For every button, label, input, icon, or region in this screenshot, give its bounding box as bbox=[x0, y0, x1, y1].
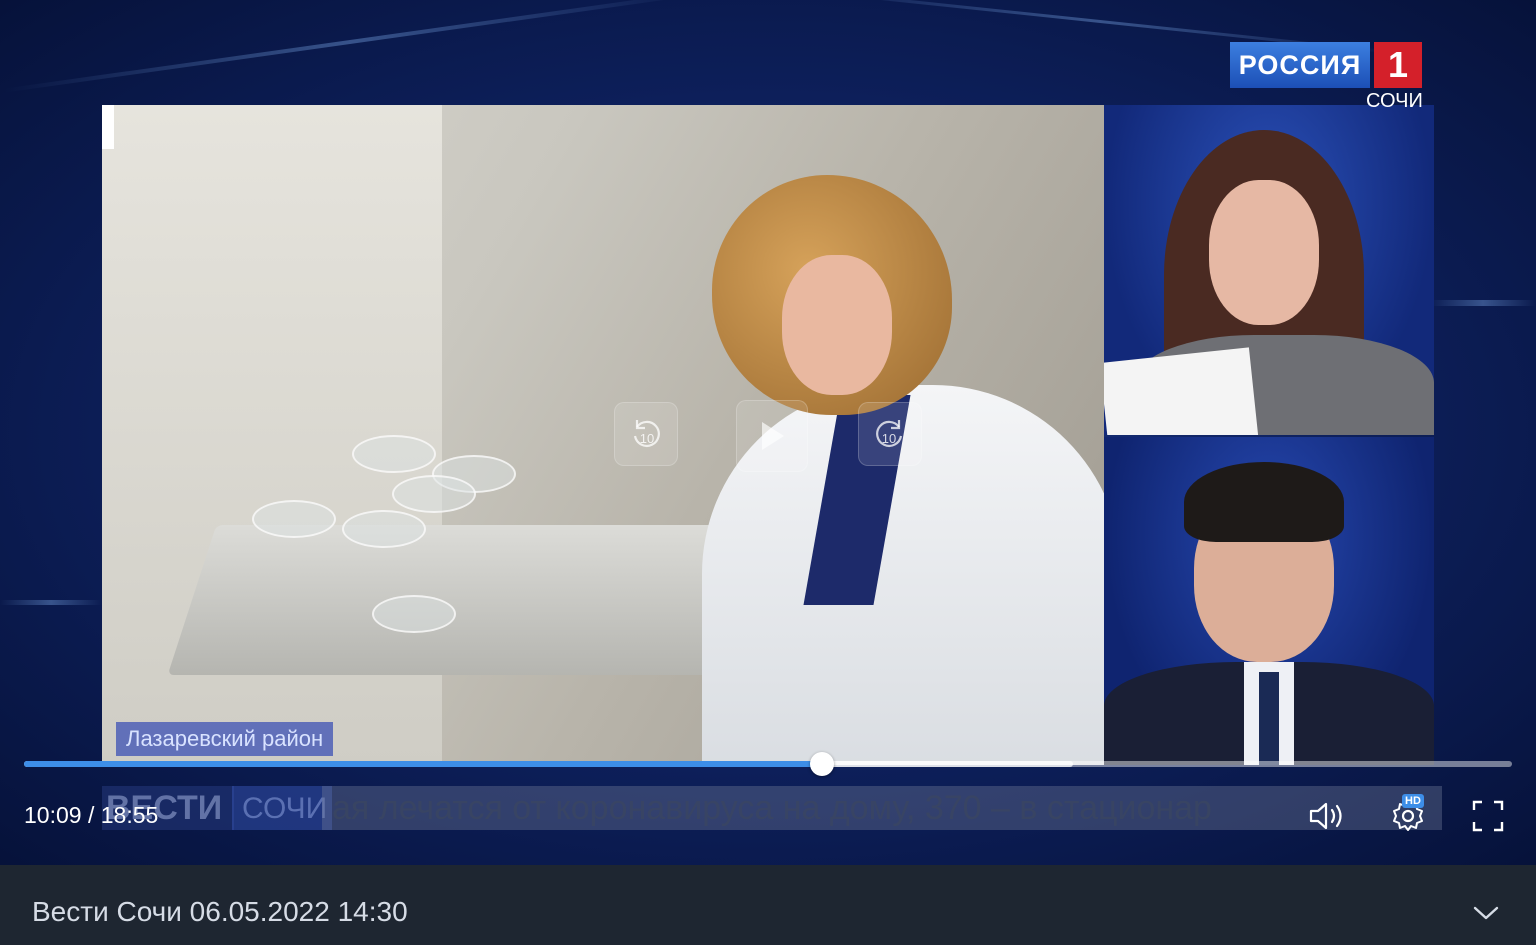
rewind-10-icon: 10 bbox=[633, 420, 660, 447]
background-streak bbox=[3, 0, 697, 93]
progress-bar[interactable] bbox=[24, 752, 1512, 776]
forward-10-icon: 10 bbox=[876, 420, 903, 447]
duration: 18:55 bbox=[100, 802, 159, 828]
news-ticker: ВЕСТИ СОЧИ ая лечатся от коронавируса на… bbox=[102, 786, 1442, 830]
petri-dish bbox=[352, 435, 436, 473]
logo-number: 1 bbox=[1374, 42, 1422, 88]
background-streak bbox=[1430, 300, 1536, 306]
video-player[interactable]: Лазаревский район РОССИЯ 1 СОЧИ ВЕСТИ СО… bbox=[0, 0, 1536, 865]
rewind-10-button[interactable]: 10 bbox=[614, 402, 678, 466]
hd-badge: HD bbox=[1402, 794, 1424, 808]
main-video-frame bbox=[102, 105, 1104, 765]
video-title: Вести Сочи 06.05.2022 14:30 bbox=[32, 896, 408, 927]
forward-seconds: 10 bbox=[882, 431, 896, 446]
fullscreen-icon bbox=[1472, 800, 1504, 832]
progress-played bbox=[24, 761, 823, 767]
play-button[interactable] bbox=[736, 400, 808, 472]
logo-name: РОССИЯ bbox=[1230, 42, 1370, 88]
rewind-seconds: 10 bbox=[640, 431, 654, 446]
expand-button[interactable] bbox=[1466, 893, 1506, 933]
time-display: 10:09 / 18:55 bbox=[24, 802, 158, 829]
petri-dish bbox=[252, 500, 336, 538]
fullscreen-button[interactable] bbox=[1466, 794, 1510, 838]
speaker-icon bbox=[1309, 802, 1342, 830]
progress-thumb[interactable] bbox=[810, 752, 835, 776]
forward-10-button[interactable]: 10 bbox=[858, 402, 922, 466]
time-separator: / bbox=[87, 802, 95, 828]
anchors-panel bbox=[1104, 105, 1434, 765]
chevron-down-icon bbox=[1473, 906, 1499, 920]
petri-dish bbox=[342, 510, 426, 548]
volume-button[interactable] bbox=[1305, 794, 1349, 838]
anchor-male-frame bbox=[1104, 437, 1434, 765]
anchor-female-frame bbox=[1104, 105, 1434, 435]
channel-logo: РОССИЯ 1 bbox=[1230, 42, 1422, 88]
ticker-city: СОЧИ bbox=[232, 786, 332, 830]
play-icon bbox=[762, 422, 784, 450]
ticker-text: ая лечатся от коронавируса на дому, 370 … bbox=[322, 786, 1442, 830]
background-streak bbox=[0, 600, 102, 605]
logo-city: СОЧИ bbox=[1366, 90, 1423, 112]
frame-marker bbox=[102, 105, 114, 149]
petri-dish bbox=[372, 595, 456, 633]
petri-dish bbox=[392, 475, 476, 513]
location-caption: Лазаревский район bbox=[116, 722, 334, 756]
current-time: 10:09 bbox=[24, 802, 82, 828]
